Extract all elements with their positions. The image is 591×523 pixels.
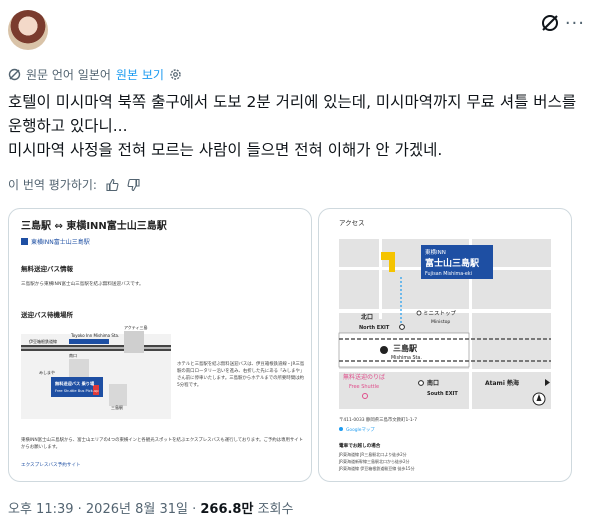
south-exit-label: 南口	[427, 379, 439, 387]
view-count: 266.8만	[200, 502, 254, 517]
route-line-2: JR東海道新幹線三島駅北口から徒歩2分	[338, 458, 410, 464]
pickup-heading: 送迎バス待機場所	[20, 310, 74, 319]
store-mark-icon	[21, 238, 28, 245]
post-text: 호텔이 미시마역 북쪽 출구에서 도보 2분 거리에 있는데, 미시마역까지 무…	[8, 93, 577, 159]
guide-title: 三島駅 ⇔ 東横INN富士山三島駅	[21, 219, 168, 232]
store-name: 東横INN富士山三島駅	[31, 238, 90, 246]
route-line-3: JR東海道線 伊豆箱根鉄道駿豆線 徒歩15分	[338, 465, 415, 471]
pickup-info-text: ホテルと三島駅を結ぶ無料送迎バスは、伊豆箱根鉄道線・JR三島駅の南口ロータリー沿…	[177, 362, 305, 388]
pickup-map: Toyoko Inn Mishima Sta. アクティ三島 伊豆箱根鉄道線 南…	[21, 324, 171, 419]
ministop-label: ミニストップ	[423, 310, 457, 317]
map-exit-label: 南口	[69, 352, 77, 358]
map-line-label: 伊豆箱根鉄道線	[29, 338, 57, 344]
post-metadata: 오후 11:39 · 2026년 8월 31일 · 266.8만 조회수	[8, 498, 293, 517]
map-pin-icon	[339, 427, 343, 431]
google-map-link: Googleマップ	[346, 427, 375, 433]
thumbs-up-icon[interactable]	[105, 178, 119, 192]
attached-image-shuttle-guide[interactable]: 三島駅 ⇔ 東横INN富士山三島駅 東横INN富士山三島駅 無料送迎バス情報 三…	[8, 208, 312, 482]
ministop-en-label: Ministop	[431, 319, 450, 325]
map-act-label: アクティ三島	[124, 324, 148, 330]
translate-icon	[8, 68, 21, 81]
hotel-en-label: Fujisan Mishima-eki	[425, 271, 472, 277]
access-heading: アクセス	[339, 219, 365, 227]
hotel-small-label: 東横INN	[425, 248, 446, 256]
map-pole-label: みしまや	[39, 369, 55, 375]
post-timestamp[interactable]: 오후 11:39 · 2026년 8월 31일 ·	[8, 502, 200, 517]
south-exit-en-label: South EXIT	[427, 391, 458, 397]
north-exit-en-label: North EXIT	[359, 325, 390, 331]
express-bus-text: 東横INN富士山三島駅から、富士山エリアの4つの東横インと各観光スポットを結ぶエ…	[21, 438, 304, 450]
station-label: 三島駅	[393, 343, 418, 353]
view-count-label: 조회수	[253, 502, 294, 517]
show-original-link[interactable]: 원본 보기	[116, 66, 164, 83]
more-options-icon[interactable]: ···	[565, 13, 585, 34]
north-exit-label: 北口	[361, 313, 373, 321]
map-bus-label: 無料送迎バス 乗り場	[55, 380, 95, 387]
gear-icon[interactable]	[169, 68, 182, 81]
shuttle-stop-en-label: Free Shuttle	[349, 384, 379, 390]
attached-image-access-map[interactable]: アクセス 東横INN 富士山三島駅 Fujisan Mishima-eki 北口…	[318, 208, 572, 482]
address-text: 〒411-0033 静岡県三島市文教町1-1-7	[339, 416, 417, 423]
atami-label: Atami 熱海	[485, 379, 519, 387]
map-inn-label: Toyoko Inn Mishima Sta.	[70, 333, 119, 338]
map-bus-en-label: Free Shuttle Bus Pick-up	[55, 389, 99, 393]
express-bus-link: エクスプレスバス予約サイト	[21, 461, 81, 468]
thumbs-down-icon[interactable]	[127, 178, 141, 192]
route-heading: 電車でお越しの場合	[339, 442, 381, 449]
hotel-name-label: 富士山三島駅	[425, 257, 480, 269]
mute-icon[interactable]	[539, 12, 561, 34]
route-line-1: JR東海道線 JR三島駅北口より徒歩2分	[338, 451, 407, 457]
access-map: 東横INN 富士山三島駅 Fujisan Mishima-eki 北口 Nort…	[338, 239, 551, 409]
avatar[interactable]	[8, 10, 48, 50]
rate-translation-row: 이 번역 평가하기:	[8, 176, 141, 193]
translation-row: 원문 언어 일본어 원본 보기	[8, 66, 182, 83]
shuttle-stop-label: 無料送迎のりば	[343, 373, 385, 381]
translation-label: 원문 언어 일본어	[26, 68, 111, 82]
shuttle-info-heading: 無料送迎バス情報	[21, 264, 74, 273]
rate-label: 이 번역 평가하기:	[8, 178, 97, 192]
station-en-label: Mishima Sta.	[391, 355, 422, 361]
shuttle-info-text: 三島駅から東横INN富士山三島駅を結ぶ無料送迎バスです。	[21, 280, 144, 287]
map-station-label: 三島駅	[111, 404, 123, 410]
